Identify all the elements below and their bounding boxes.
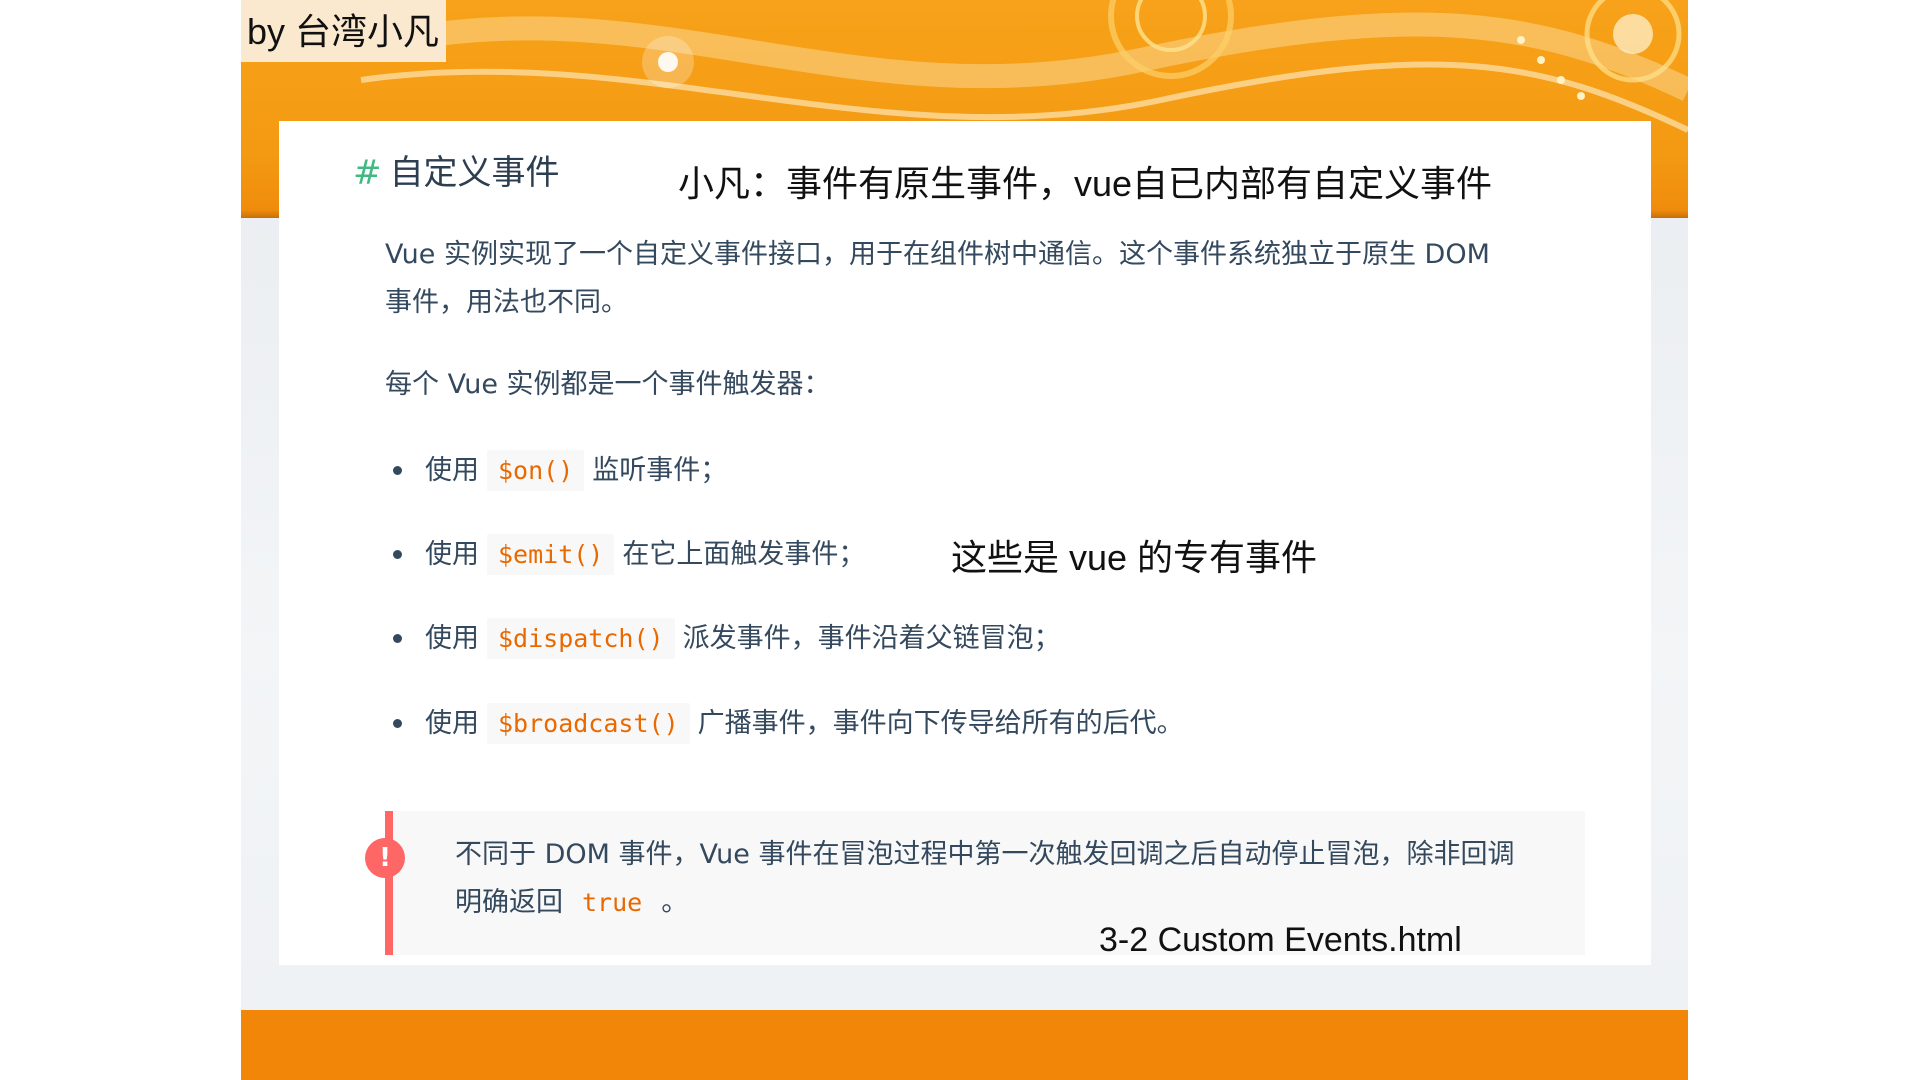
code-on: $on() [487, 450, 585, 491]
slide: by 台湾小凡 # 自定义事件 小凡：事件有原生事件，vue自已内部有自定义事件 … [241, 0, 1688, 1080]
bullet-icon [393, 719, 402, 728]
bullet-icon [393, 634, 402, 643]
lead-paragraph: 每个 Vue 实例都是一个事件触发器： [385, 369, 831, 400]
warning-icon: ! [365, 838, 405, 878]
code-emit: $emit() [487, 534, 615, 575]
code-dispatch: $dispatch() [487, 618, 675, 659]
intro-paragraph: Vue 实例实现了一个自定义事件接口，用于在组件树中通信。这个事件系统独立于原生… [385, 239, 1490, 318]
list-item: 使用 $on() 监听事件； [393, 448, 727, 494]
list-item: 使用 $emit() 在它上面触发事件； [393, 532, 865, 578]
byline: by 台湾小凡 [241, 0, 446, 62]
tip-text: 不同于 DOM 事件，Vue 事件在冒泡过程中第一次触发回调之后自动停止冒泡，除… [455, 831, 1535, 927]
code-broadcast: $broadcast() [487, 703, 690, 744]
bullet-icon [393, 466, 402, 475]
heading-title: 自定义事件 [389, 153, 560, 193]
code-true: true [582, 888, 643, 917]
annotation-filename: 3-2 Custom Events.html [1099, 921, 1462, 959]
bottom-banner [241, 1010, 1688, 1080]
list-item: 使用 $broadcast() 广播事件，事件向下传导给所有的后代。 [393, 701, 1184, 747]
annotation-vue-note: 这些是 vue 的专有事件 [951, 537, 1318, 578]
list-item: 使用 $dispatch() 派发事件，事件沿着父链冒泡； [393, 616, 1061, 662]
heading-anchor[interactable]: # [353, 153, 382, 193]
annotation-top-note: 小凡：事件有原生事件，vue自已内部有自定义事件 [678, 163, 1493, 204]
section-heading: # 自定义事件 [353, 145, 560, 194]
bullet-icon [393, 550, 402, 559]
content-card: # 自定义事件 小凡：事件有原生事件，vue自已内部有自定义事件 Vue 实例实现… [279, 121, 1651, 965]
